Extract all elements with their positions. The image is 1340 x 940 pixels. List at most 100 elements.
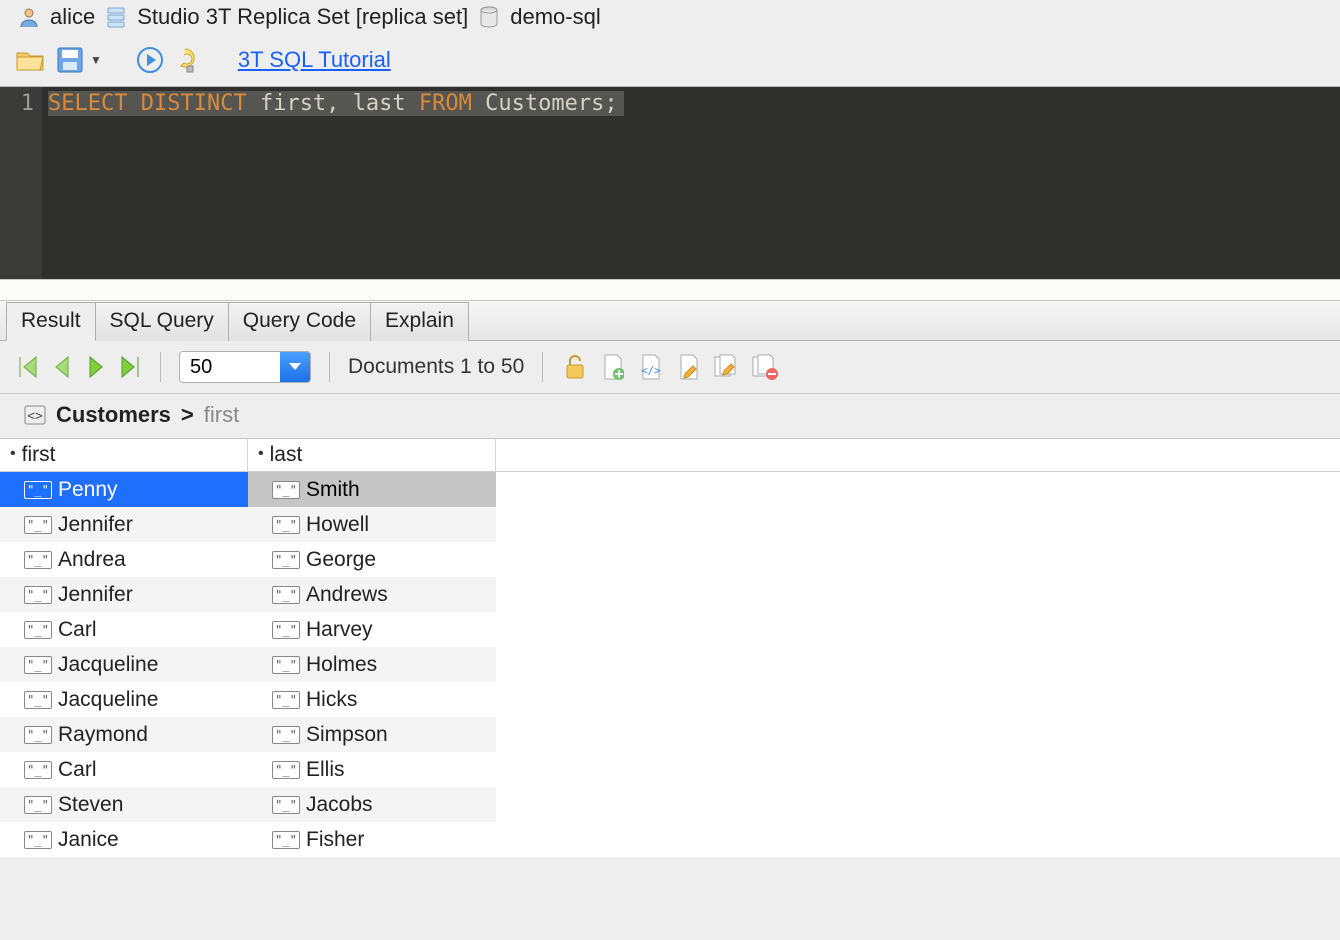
column-header-first[interactable]: • first xyxy=(0,439,248,471)
page-size-select[interactable] xyxy=(179,351,311,383)
svg-text:</>: </> xyxy=(641,364,661,377)
last-page-button[interactable] xyxy=(118,353,142,381)
view-document-button[interactable]: </> xyxy=(637,353,665,381)
keyword-distinct: DISTINCT xyxy=(141,91,247,116)
save-dropdown-caret[interactable]: ▼ xyxy=(90,53,102,67)
cell-last[interactable]: "_"Howell xyxy=(248,507,496,542)
cell-value: Fisher xyxy=(306,828,364,852)
cell-first[interactable]: "_"Jacqueline xyxy=(0,647,248,682)
table-row[interactable]: "_"Carl"_"Harvey xyxy=(0,612,1340,647)
string-type-icon: "_" xyxy=(24,761,52,779)
page-size-dropdown-button[interactable] xyxy=(280,352,310,382)
cell-first[interactable]: "_"Jennifer xyxy=(0,507,248,542)
cell-first[interactable]: "_"Penny xyxy=(0,472,248,507)
delete-documents-button[interactable] xyxy=(751,353,779,381)
string-type-icon: "_" xyxy=(272,761,300,779)
table-row[interactable]: "_"Jennifer"_"Andrews xyxy=(0,577,1340,612)
open-folder-button[interactable] xyxy=(14,44,46,76)
string-type-icon: "_" xyxy=(24,691,52,709)
line-number: 1 xyxy=(0,91,34,116)
cell-first[interactable]: "_" Janice xyxy=(0,822,248,857)
unlock-button[interactable] xyxy=(561,353,589,381)
editor-code[interactable]: SELECT DISTINCT first, last FROM Custome… xyxy=(42,87,1340,279)
bullet-icon: • xyxy=(258,445,264,463)
table-row[interactable]: "_" Andrea "_"George xyxy=(0,542,1340,577)
table-row[interactable]: "_"Penny"_"Smith xyxy=(0,472,1340,507)
table-row[interactable]: "_" Janice "_" Fisher xyxy=(0,822,1340,857)
cell-value: Carl xyxy=(58,618,97,642)
grid-header: • first • last xyxy=(0,439,1340,472)
breadcrumb-separator: > xyxy=(181,402,194,428)
save-button[interactable] xyxy=(54,44,86,76)
table-row[interactable]: "_"Raymond"_"Simpson xyxy=(0,717,1340,752)
breadcrumb-connection[interactable]: Studio 3T Replica Set [replica set] xyxy=(137,4,468,30)
cell-value: Steven xyxy=(58,793,123,817)
page-size-input[interactable] xyxy=(180,352,280,382)
cell-first[interactable]: "_"Carl xyxy=(0,612,248,647)
prev-page-button[interactable] xyxy=(50,353,74,381)
tab-explain[interactable]: Explain xyxy=(370,302,469,341)
column-header-last[interactable]: • last xyxy=(248,439,496,471)
collection-breadcrumb: <> Customers > first xyxy=(0,394,1340,439)
string-type-icon: "_" xyxy=(24,586,52,604)
cell-value: Raymond xyxy=(58,723,148,747)
editor-status-strip xyxy=(0,279,1340,301)
toolbar-separator xyxy=(542,352,543,382)
breadcrumb-database[interactable]: demo-sql xyxy=(510,4,600,30)
cell-last[interactable]: "_"Simpson xyxy=(248,717,496,752)
collection-name[interactable]: Customers xyxy=(56,402,171,428)
string-type-icon: "_" xyxy=(272,691,300,709)
cell-value: Andrea xyxy=(58,548,126,572)
cell-last[interactable]: "_"Jacobs xyxy=(248,787,496,822)
edit-documents-button[interactable] xyxy=(713,353,741,381)
cell-last[interactable]: "_"Smith xyxy=(248,472,496,507)
breadcrumb-field[interactable]: first xyxy=(204,402,239,428)
tab-result[interactable]: Result xyxy=(6,302,96,341)
next-page-button[interactable] xyxy=(84,353,108,381)
add-document-button[interactable] xyxy=(599,353,627,381)
cell-last[interactable]: "_"George xyxy=(248,542,496,577)
cell-first[interactable]: "_" Andrea xyxy=(0,542,248,577)
user-icon xyxy=(18,6,40,28)
string-type-icon: "_" xyxy=(272,831,300,849)
cell-last[interactable]: "_" Ellis xyxy=(248,752,496,787)
sql-editor[interactable]: 1 SELECT DISTINCT first, last FROM Custo… xyxy=(0,87,1340,279)
cell-value: George xyxy=(306,548,376,572)
cell-last[interactable]: "_"Hicks xyxy=(248,682,496,717)
table-row[interactable]: "_"Jennifer"_"Howell xyxy=(0,507,1340,542)
string-type-icon: "_" xyxy=(24,831,52,849)
cell-last[interactable]: "_"Harvey xyxy=(248,612,496,647)
cell-first[interactable]: "_"Jacqueline xyxy=(0,682,248,717)
edit-document-button[interactable] xyxy=(675,353,703,381)
cell-value: Ellis xyxy=(306,758,345,782)
cell-first[interactable]: "_"Carl xyxy=(0,752,248,787)
cell-first[interactable]: "_"Steven xyxy=(0,787,248,822)
database-icon xyxy=(478,6,500,28)
cell-first[interactable]: "_"Raymond xyxy=(0,717,248,752)
first-page-button[interactable] xyxy=(16,353,40,381)
string-type-icon: "_" xyxy=(24,481,52,499)
table-row[interactable]: "_"Steven"_"Jacobs xyxy=(0,787,1340,822)
svg-text:<>: <> xyxy=(27,409,43,424)
breadcrumb-user[interactable]: alice xyxy=(50,4,95,30)
keyword-from: FROM xyxy=(419,91,472,116)
editor-table: Customers; xyxy=(485,91,617,116)
cell-last[interactable]: "_" Fisher xyxy=(248,822,496,857)
cell-value: Janice xyxy=(58,828,119,852)
table-row[interactable]: "_"Carl"_"Ellis xyxy=(0,752,1340,787)
table-row[interactable]: "_"Jacqueline"_"Hicks xyxy=(0,682,1340,717)
tab-sql-query[interactable]: SQL Query xyxy=(95,302,229,341)
tutorial-link[interactable]: 3T SQL Tutorial xyxy=(238,47,391,73)
table-row[interactable]: "_"Jacqueline"_"Holmes xyxy=(0,647,1340,682)
explain-button[interactable] xyxy=(174,44,206,76)
cell-last[interactable]: "_"Holmes xyxy=(248,647,496,682)
string-type-icon: "_" xyxy=(272,796,300,814)
cell-first[interactable]: "_"Jennifer xyxy=(0,577,248,612)
result-tabs: ResultSQL QueryQuery CodeExplain xyxy=(0,301,1340,341)
cell-value: Howell xyxy=(306,513,369,537)
tab-query-code[interactable]: Query Code xyxy=(228,302,371,341)
string-type-icon: "_" xyxy=(24,551,52,569)
execute-button[interactable] xyxy=(134,44,166,76)
cell-last[interactable]: "_"Andrews xyxy=(248,577,496,612)
editor-toolbar: ▼ 3T SQL Tutorial xyxy=(0,36,1340,87)
